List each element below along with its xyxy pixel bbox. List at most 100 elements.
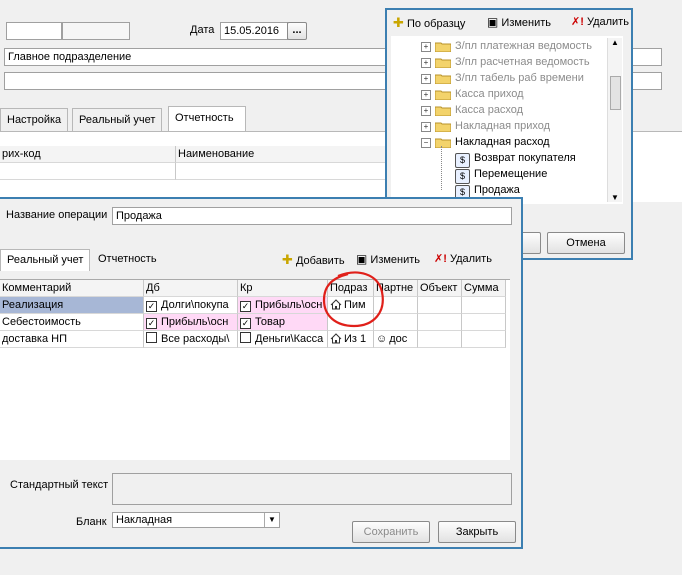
tab-real-accounting[interactable]: Реальный учет <box>72 108 163 132</box>
tree-item-label: Касса приход <box>455 88 524 100</box>
folder-icon <box>434 41 452 53</box>
col-comment[interactable]: Комментарий <box>0 280 144 297</box>
popup-edit-button[interactable]: ▣ Изменить <box>487 15 551 29</box>
blank-label: Бланк <box>76 516 107 528</box>
col-sum[interactable]: Сумма <box>462 280 506 297</box>
cell-text: дос <box>389 333 408 345</box>
tree-item-label: Продажа <box>474 184 520 196</box>
tab-settings[interactable]: Настройка <box>0 108 69 132</box>
number-field-2[interactable] <box>62 22 130 40</box>
checkbox[interactable]: ✓ <box>240 301 251 312</box>
scroll-down-icon[interactable]: ▼ <box>608 193 622 202</box>
folder-icon <box>434 73 452 85</box>
chevron-down-icon[interactable]: ▼ <box>264 513 279 527</box>
op-name-label: Название операции <box>6 209 108 221</box>
by-sample-button[interactable]: ✚ По образцу <box>393 15 465 31</box>
close-button[interactable]: Закрыть <box>438 521 516 543</box>
std-text-label: Стандартный текст <box>10 479 109 491</box>
expand-icon[interactable]: + <box>421 74 431 84</box>
date-picker-button[interactable]: ... <box>287 22 307 40</box>
cell-credit[interactable]: ✓ Товар <box>238 314 328 331</box>
cell-sum[interactable] <box>462 314 506 331</box>
cell-object[interactable] <box>418 331 462 348</box>
op-name-value: Продажа <box>116 210 162 222</box>
dialog-edit-button[interactable]: ▣ Изменить <box>356 252 420 266</box>
tree-item-label: Возврат покупателя <box>474 152 576 164</box>
folder-icon <box>434 105 452 117</box>
operation-dialog: Название операции Продажа Реальный учет … <box>0 197 523 549</box>
dialog-tab-reports[interactable]: Отчетность <box>92 250 163 270</box>
folder-icon <box>434 57 452 69</box>
cell-comment[interactable]: доставка НП <box>0 331 144 348</box>
tab-reports[interactable]: Отчетность <box>168 106 246 132</box>
dialog-tab-real[interactable]: Реальный учет <box>0 249 91 271</box>
checkbox[interactable]: ✓ <box>146 318 157 329</box>
cell-text: Все расходы\ <box>161 333 230 345</box>
tree-item-label: Накладная расход <box>455 136 550 148</box>
cell-object[interactable] <box>418 297 462 314</box>
cell-text: доставка НП <box>2 333 67 345</box>
home-icon <box>330 333 344 345</box>
cell-text: Деньги\Касса <box>255 333 324 345</box>
op-name-field[interactable]: Продажа <box>112 207 512 225</box>
cell-debit[interactable]: ✓ Долги\покупа <box>144 297 238 314</box>
tree-item-label: З/пл платежная ведомость <box>455 40 592 52</box>
cell-comment[interactable]: Себестоимость <box>0 314 144 331</box>
number-field-1[interactable] <box>6 22 62 40</box>
cell-subdivision[interactable]: Из 1 <box>328 331 374 348</box>
cell-credit[interactable]: ✓ Прибыль\осн <box>238 297 328 314</box>
cell-partner[interactable]: ☺ дос <box>374 331 418 348</box>
checkbox[interactable]: ✓ <box>146 301 157 312</box>
expand-icon[interactable]: + <box>421 58 431 68</box>
table-row[interactable] <box>0 163 176 180</box>
scroll-thumb[interactable] <box>610 76 621 110</box>
tree-child-item[interactable]: $ Возврат покупателя <box>455 150 576 168</box>
col-name: Наименование <box>176 146 396 163</box>
popup-cancel-button[interactable]: Отмена <box>547 232 625 254</box>
table-row[interactable] <box>176 163 396 180</box>
cell-text: Прибыль\осн <box>255 299 323 311</box>
dialog-delete-button[interactable]: ✗! Удалить <box>434 252 492 265</box>
blank-select[interactable]: Накладная ▼ <box>112 512 280 528</box>
std-text-area[interactable] <box>112 473 512 505</box>
tree-item-label: Накладная приход <box>455 120 551 132</box>
cell-sum[interactable] <box>462 331 506 348</box>
expand-icon[interactable]: + <box>421 122 431 132</box>
expand-icon[interactable]: + <box>421 90 431 100</box>
tree-scrollbar[interactable]: ▲ ▼ <box>607 38 622 202</box>
cell-text: Долги\покупа <box>161 299 229 311</box>
checkbox[interactable]: ✓ <box>240 318 251 329</box>
cell-sum[interactable] <box>462 297 506 314</box>
dialog-tab-separator <box>89 253 90 267</box>
tree-child-item[interactable]: $ Продажа <box>455 182 520 200</box>
tree-child-item[interactable]: $ Перемещение <box>455 166 547 184</box>
blank-value: Накладная <box>116 514 173 526</box>
tree-view: ▲ ▼ + З/пл платежная ведомость + З/пл расче… <box>391 36 623 204</box>
expand-icon[interactable]: + <box>421 42 431 52</box>
col-object[interactable]: Объект <box>418 280 462 297</box>
checkbox[interactable] <box>146 332 157 343</box>
cell-debit[interactable]: ✓ Прибыль\осн <box>144 314 238 331</box>
delete-icon: ✗! <box>571 16 584 28</box>
dialog-add-button[interactable]: ✚ Добавить <box>282 252 345 268</box>
folder-icon <box>434 89 452 101</box>
subdivision-value: Главное подразделение <box>8 51 132 63</box>
date-field[interactable]: 15.05.2016 <box>220 22 288 40</box>
cell-object[interactable] <box>418 314 462 331</box>
checkbox[interactable] <box>240 332 251 343</box>
expand-icon[interactable]: + <box>421 106 431 116</box>
col-debit[interactable]: Дб <box>144 280 238 297</box>
save-button[interactable]: Сохранить <box>352 521 430 543</box>
cell-debit[interactable]: Все расходы\ <box>144 331 238 348</box>
popup-delete-button[interactable]: ✗! Удалить <box>571 15 629 28</box>
edit-icon: ▣ <box>487 15 499 29</box>
folder-icon <box>434 121 452 133</box>
delete-icon: ✗! <box>434 253 447 265</box>
edit-icon: ▣ <box>356 252 368 266</box>
col-credit[interactable]: Кр <box>238 280 328 297</box>
collapse-icon[interactable]: − <box>421 138 431 148</box>
cell-credit[interactable]: Деньги\Касса <box>238 331 328 348</box>
cell-comment[interactable]: Реализация <box>0 297 144 314</box>
annotation-circle <box>322 271 384 328</box>
scroll-up-icon[interactable]: ▲ <box>608 38 622 47</box>
